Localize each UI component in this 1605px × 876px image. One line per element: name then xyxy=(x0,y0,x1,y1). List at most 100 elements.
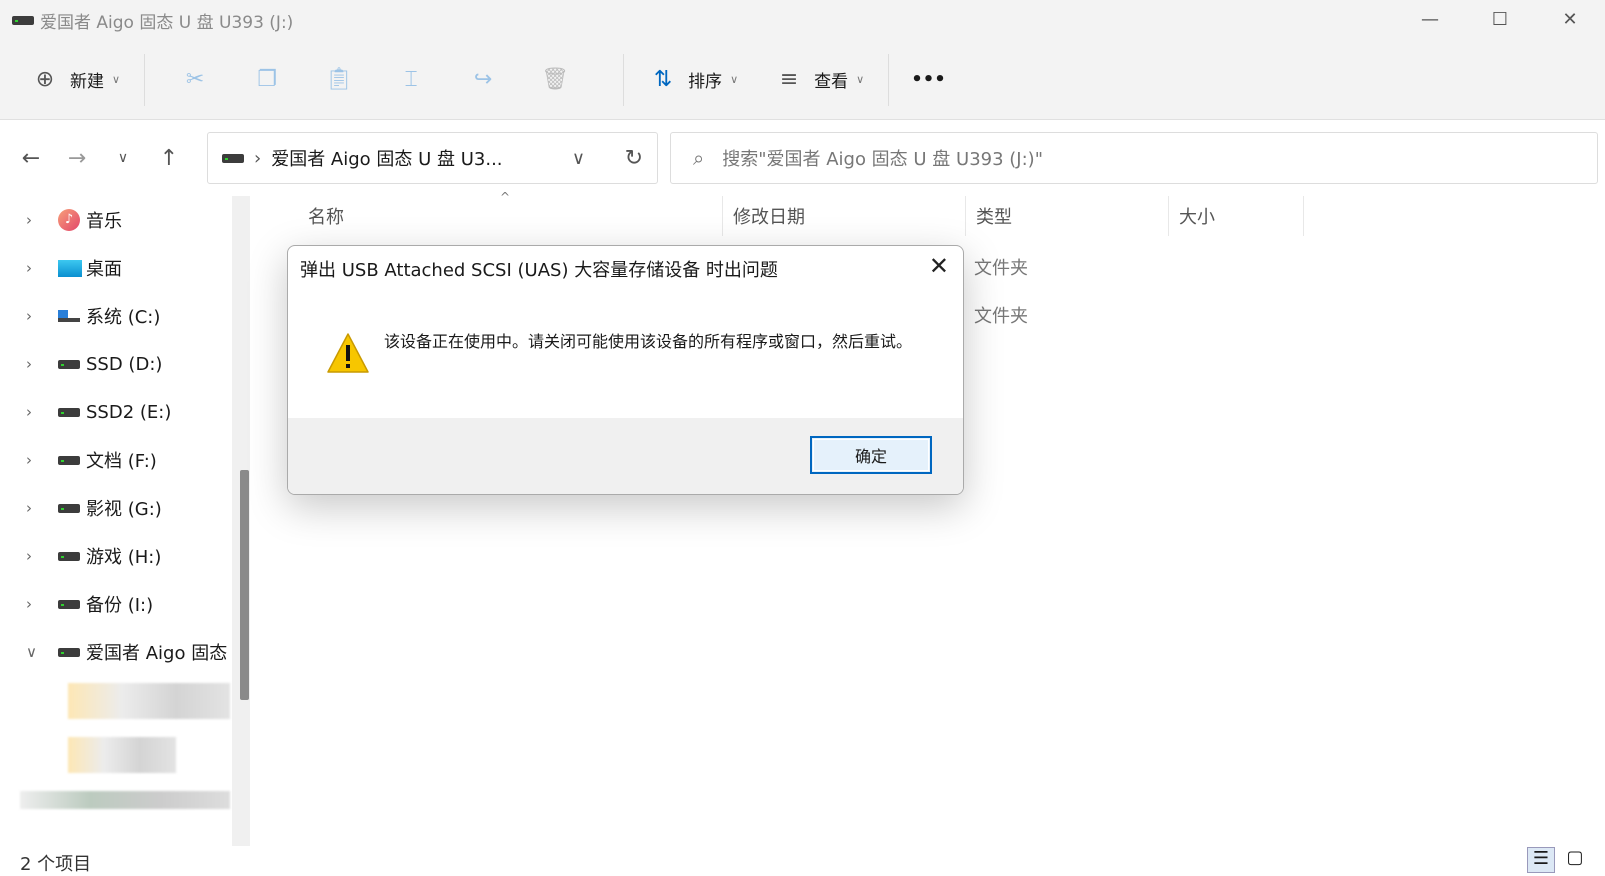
column-size-label: 大小 xyxy=(1179,207,1215,228)
search-input[interactable]: ⌕ 搜索"爱国者 Aigo 固态 U 盘 U393 (J:)" xyxy=(670,132,1598,184)
sidebar-item-label: 系统 (C:) xyxy=(86,307,161,328)
scrollbar-thumb[interactable] xyxy=(240,470,249,700)
column-modified-label: 修改日期 xyxy=(733,207,805,228)
view-switcher: ☰ ▢ xyxy=(1527,847,1589,873)
column-name-label: 名称 xyxy=(308,207,344,228)
ok-button[interactable]: 确定 xyxy=(810,436,932,474)
blurred-item xyxy=(68,737,176,773)
drive-icon xyxy=(58,455,86,465)
column-type[interactable]: 类型 xyxy=(966,196,1169,236)
blurred-item xyxy=(20,791,230,809)
drive-icon xyxy=(222,153,244,163)
breadcrumb-separator-icon: › xyxy=(254,147,262,169)
warning-icon xyxy=(327,333,369,373)
sort-label: 排序 xyxy=(688,72,723,92)
chevron-right-icon[interactable]: › xyxy=(26,403,58,421)
address-path: 爱国者 Aigo 固态 U 盘 U3... xyxy=(271,149,503,170)
divider xyxy=(623,53,625,106)
column-headers: 名称 ^ 修改日期 类型 大小 xyxy=(262,190,1304,236)
back-icon[interactable]: ← xyxy=(8,146,54,171)
details-view-icon[interactable]: ☰ xyxy=(1527,847,1555,873)
sidebar-item[interactable]: › 备份 (I:) xyxy=(0,580,255,628)
chevron-down-icon: ∨ xyxy=(112,73,121,86)
up-icon[interactable]: ↑ xyxy=(146,146,192,171)
view-button[interactable]: ≡ 查看 ∨ xyxy=(772,60,864,100)
tiles-view-icon[interactable]: ▢ xyxy=(1561,847,1589,873)
drive-icon xyxy=(12,15,34,25)
sidebar-item-label: SSD (D:) xyxy=(86,353,163,375)
list-icon: ≡ xyxy=(779,67,799,92)
new-button[interactable]: ⊕ 新建 ∨ xyxy=(28,60,120,100)
sidebar-item[interactable]: › SSD (D:) xyxy=(0,340,255,388)
sort-icon: ⇅ xyxy=(653,67,673,92)
chevron-down-icon: ∨ xyxy=(730,73,739,86)
dialog-title: 弹出 USB Attached SCSI (UAS) 大容量存储设备 时出问题 xyxy=(300,260,778,281)
navigation-bar: ← → ∨ ↑ › 爱国者 Aigo 固态 U 盘 U3... ∨ ↻ ⌕ 搜索… xyxy=(0,122,1605,194)
sidebar-item[interactable]: › SSD2 (E:) xyxy=(0,388,255,436)
sidebar-item-label: 备份 (I:) xyxy=(86,595,154,616)
sidebar-item-label: 音乐 xyxy=(86,211,122,232)
sidebar-item[interactable]: › 影视 (G:) xyxy=(0,484,255,532)
chevron-right-icon[interactable]: › xyxy=(26,355,58,373)
chevron-right-icon[interactable]: › xyxy=(26,307,58,325)
recent-chevron-icon[interactable]: ∨ xyxy=(100,150,146,166)
sort-button[interactable]: ⇅ 排序 ∨ xyxy=(646,60,738,100)
sidebar-item[interactable]: › 文档 (F:) xyxy=(0,436,255,484)
row-type: 文件夹 xyxy=(974,306,1028,327)
new-label: 新建 xyxy=(70,72,104,92)
dialog-message: 该设备正在使用中。请关闭可能使用该设备的所有程序或窗口，然后重试。 xyxy=(384,332,913,351)
sidebar-item[interactable]: ∨ 爱国者 Aigo 固态 xyxy=(0,628,255,676)
copy-icon[interactable]: ❐ xyxy=(239,67,295,92)
maximize-button[interactable]: ☐ xyxy=(1465,0,1535,38)
status-divider xyxy=(0,846,1605,847)
command-bar: ⊕ 新建 ∨ ✂ ❐ 📋︎ ⌶ ↪ 🗑︎ ⇅ 排序 ∨ ≡ 查看 ∨ ••• xyxy=(0,40,1605,120)
music-icon: ♪ xyxy=(58,209,86,231)
error-dialog: 弹出 USB Attached SCSI (UAS) 大容量存储设备 时出问题 … xyxy=(287,245,964,495)
search-placeholder: 搜索"爱国者 Aigo 固态 U 盘 U393 (J:)" xyxy=(722,149,1043,170)
column-modified[interactable]: 修改日期 xyxy=(723,196,966,236)
chevron-right-icon[interactable]: › xyxy=(26,499,58,517)
column-name[interactable]: 名称 ^ xyxy=(262,190,723,236)
sidebar-item[interactable]: › 游戏 (H:) xyxy=(0,532,255,580)
address-bar[interactable]: › 爱国者 Aigo 固态 U 盘 U3... ∨ ↻ xyxy=(207,132,658,184)
drive-icon xyxy=(58,359,86,369)
chevron-down-icon[interactable]: ∨ xyxy=(26,643,58,661)
close-icon[interactable]: ✕ xyxy=(929,252,949,280)
sidebar-item[interactable]: › ♪ 音乐 xyxy=(0,196,255,244)
windows-drive-icon xyxy=(58,310,86,322)
refresh-icon[interactable]: ↻ xyxy=(625,146,643,171)
rename-icon[interactable]: ⌶ xyxy=(383,67,439,92)
chevron-down-icon[interactable]: ∨ xyxy=(572,148,585,169)
more-button[interactable]: ••• xyxy=(911,60,946,100)
sidebar-item[interactable]: › 系统 (C:) xyxy=(0,292,255,340)
forward-icon[interactable]: → xyxy=(54,146,100,171)
sidebar-item-label: SSD2 (E:) xyxy=(86,401,172,423)
chevron-right-icon[interactable]: › xyxy=(26,595,58,613)
sort-asc-icon: ^ xyxy=(500,190,511,204)
title-bar: 爱国者 Aigo 固态 U 盘 U393 (J:) — ☐ ✕ xyxy=(0,0,1605,40)
chevron-right-icon[interactable]: › xyxy=(26,547,58,565)
cut-icon[interactable]: ✂ xyxy=(167,67,223,92)
sidebar-item-label: 游戏 (H:) xyxy=(86,547,162,568)
chevron-right-icon[interactable]: › xyxy=(26,451,58,469)
drive-icon xyxy=(58,503,86,513)
share-icon[interactable]: ↪ xyxy=(455,67,511,92)
delete-icon[interactable]: 🗑︎ xyxy=(527,67,583,92)
sidebar-item-label: 文档 (F:) xyxy=(86,451,157,472)
blurred-item xyxy=(68,683,230,719)
drive-icon xyxy=(58,407,86,417)
sidebar-item[interactable]: › 桌面 xyxy=(0,244,255,292)
search-icon: ⌕ xyxy=(693,146,705,170)
column-type-label: 类型 xyxy=(976,207,1012,228)
chevron-right-icon[interactable]: › xyxy=(26,259,58,277)
paste-icon[interactable]: 📋︎ xyxy=(311,67,367,92)
sidebar-item-label: 影视 (G:) xyxy=(86,499,162,520)
close-window-button[interactable]: ✕ xyxy=(1535,0,1605,38)
drive-icon xyxy=(58,551,86,561)
desktop-icon xyxy=(58,259,86,277)
row-type: 文件夹 xyxy=(974,258,1028,279)
minimize-button[interactable]: — xyxy=(1395,0,1465,38)
chevron-right-icon[interactable]: › xyxy=(26,211,58,229)
divider xyxy=(888,53,890,106)
column-size[interactable]: 大小 xyxy=(1169,196,1304,236)
